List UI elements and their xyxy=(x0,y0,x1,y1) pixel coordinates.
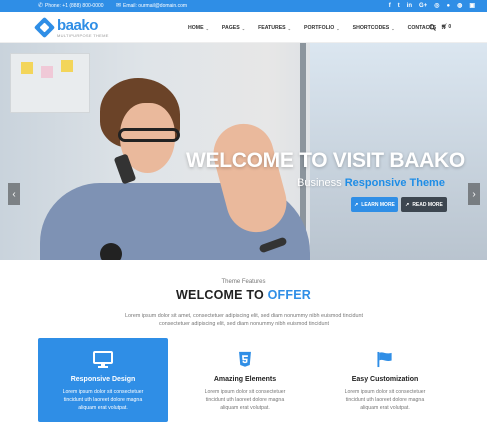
nav-item-pages[interactable]: PAGES ⌄ xyxy=(222,25,245,31)
site-header: baako MULTIPURPOSE THEME HOME ⌄ PAGES ⌄ … xyxy=(0,12,487,43)
cart-count: 0 xyxy=(448,24,452,30)
phone-contact: ✆ Phone: +1 (888) 800-0000 xyxy=(38,3,104,9)
chevron-down-icon: ⌄ xyxy=(391,25,395,31)
hero-slider: WELCOME TO VISIT BAAKO Business Responsi… xyxy=(0,43,487,260)
chevron-left-icon: ‹ xyxy=(12,188,16,200)
nav-label: FEATURES xyxy=(258,25,286,31)
feature-card-elements[interactable]: Amazing Elements Lorem ipsum dolor sit c… xyxy=(180,338,310,422)
logo-icon[interactable] xyxy=(33,16,56,39)
linkedin-icon[interactable]: in xyxy=(407,2,412,10)
logo-tagline: MULTIPURPOSE THEME xyxy=(57,33,109,38)
monitor-icon xyxy=(93,351,113,368)
sticky-note xyxy=(21,62,33,74)
read-more-button[interactable]: ↗ READ MORE xyxy=(401,197,447,212)
dribbble-icon[interactable]: ◍ xyxy=(457,2,462,10)
facebook-icon[interactable]: f xyxy=(389,2,391,10)
hero-person-glasses xyxy=(118,128,180,142)
features-kicker: Theme Features xyxy=(221,279,266,285)
feature-card-text: Lorem ipsum dolor sit consectetuer tinci… xyxy=(344,389,426,411)
chevron-down-icon: ⌄ xyxy=(336,25,340,31)
google-plus-icon[interactable]: G+ xyxy=(419,2,427,10)
pinterest-icon[interactable]: ● xyxy=(446,2,450,10)
feature-card-customization[interactable]: Easy Customization Lorem ipsum dolor sit… xyxy=(320,338,450,422)
feature-card-title: Easy Customization xyxy=(351,376,419,383)
feature-card-title: Amazing Elements xyxy=(213,376,277,383)
feature-card-text: Lorem ipsum dolor sit consectetuer tinci… xyxy=(62,389,144,411)
chevron-down-icon: ⌄ xyxy=(287,25,291,31)
top-bar: ✆ Phone: +1 (888) 800-0000 ✉ Email: ourm… xyxy=(0,0,487,12)
features-description: Lorem ipsum dolor sit amet, consectetuer… xyxy=(125,313,363,327)
features-title-accent: OFFER xyxy=(267,288,311,302)
chevron-right-icon: › xyxy=(472,188,476,200)
nav-item-features[interactable]: FEATURES ⌄ xyxy=(258,25,291,31)
nav-label: PORTFOLIO xyxy=(304,25,335,31)
nav-label: PAGES xyxy=(221,25,240,31)
hero-person-watch xyxy=(100,243,122,260)
read-more-label: READ MORE xyxy=(412,201,443,208)
hero-subtitle: Business Responsive Theme xyxy=(297,177,445,189)
nav-item-home[interactable]: HOME ⌄ xyxy=(188,25,209,31)
learn-more-label: LEARN MORE xyxy=(361,201,395,208)
twitter-icon[interactable]: t xyxy=(398,2,400,10)
github-icon[interactable]: ◎ xyxy=(434,2,439,10)
email-text[interactable]: Email: ourmail@domain.com xyxy=(123,3,187,9)
social-links: f t in G+ ◎ ● ◍ ▣ xyxy=(389,2,475,10)
html5-icon xyxy=(239,351,251,367)
nav-item-portfolio[interactable]: PORTFOLIO ⌄ xyxy=(304,25,340,31)
feature-card-title: Responsive Design xyxy=(70,376,136,383)
learn-more-button[interactable]: ↗ LEARN MORE xyxy=(351,197,398,212)
feature-card-responsive[interactable]: Responsive Design Lorem ipsum dolor sit … xyxy=(38,338,168,422)
logo-text[interactable]: baako xyxy=(57,17,98,34)
main-nav: HOME ⌄ PAGES ⌄ FEATURES ⌄ PORTFOLIO ⌄ SH… xyxy=(188,25,449,31)
search-icon[interactable] xyxy=(429,24,436,31)
mail-icon: ✉ xyxy=(116,3,122,9)
chevron-down-icon: ⌄ xyxy=(241,25,246,31)
cart-icon: 🛒︎ xyxy=(441,24,448,30)
hero-subtitle-plain: Business xyxy=(297,177,345,189)
nav-label: HOME xyxy=(188,25,204,31)
link-icon: ↗ xyxy=(405,201,410,208)
hero-title: WELCOME TO VISIT BAAKO xyxy=(186,149,465,172)
email-contact[interactable]: ✉ Email: ourmail@domain.com xyxy=(116,3,187,9)
instagram-icon[interactable]: ▣ xyxy=(469,2,475,10)
feature-card-text: Lorem ipsum dolor sit consectetuer tinci… xyxy=(204,389,286,411)
phone-icon: ✆ xyxy=(38,3,44,9)
sticky-note xyxy=(41,66,53,78)
features-title: WELCOME TO OFFER xyxy=(0,288,487,302)
chevron-down-icon: ⌄ xyxy=(205,25,209,31)
cart-button[interactable]: 🛒︎ 0 xyxy=(441,24,451,30)
slider-prev-button[interactable]: ‹ xyxy=(8,183,20,205)
phone-text: Phone: +1 (888) 800-0000 xyxy=(45,3,104,9)
hero-background-board xyxy=(10,53,90,113)
features-title-plain: WELCOME TO xyxy=(176,288,268,302)
nav-label: SHORTCODES xyxy=(352,25,390,31)
nav-item-shortcodes[interactable]: SHORTCODES ⌄ xyxy=(353,25,395,31)
hero-subtitle-accent: Responsive Theme xyxy=(344,177,445,189)
flag-icon xyxy=(377,351,392,368)
sticky-note xyxy=(61,60,73,72)
slider-next-button[interactable]: › xyxy=(468,183,480,205)
link-icon: ↗ xyxy=(354,201,359,208)
